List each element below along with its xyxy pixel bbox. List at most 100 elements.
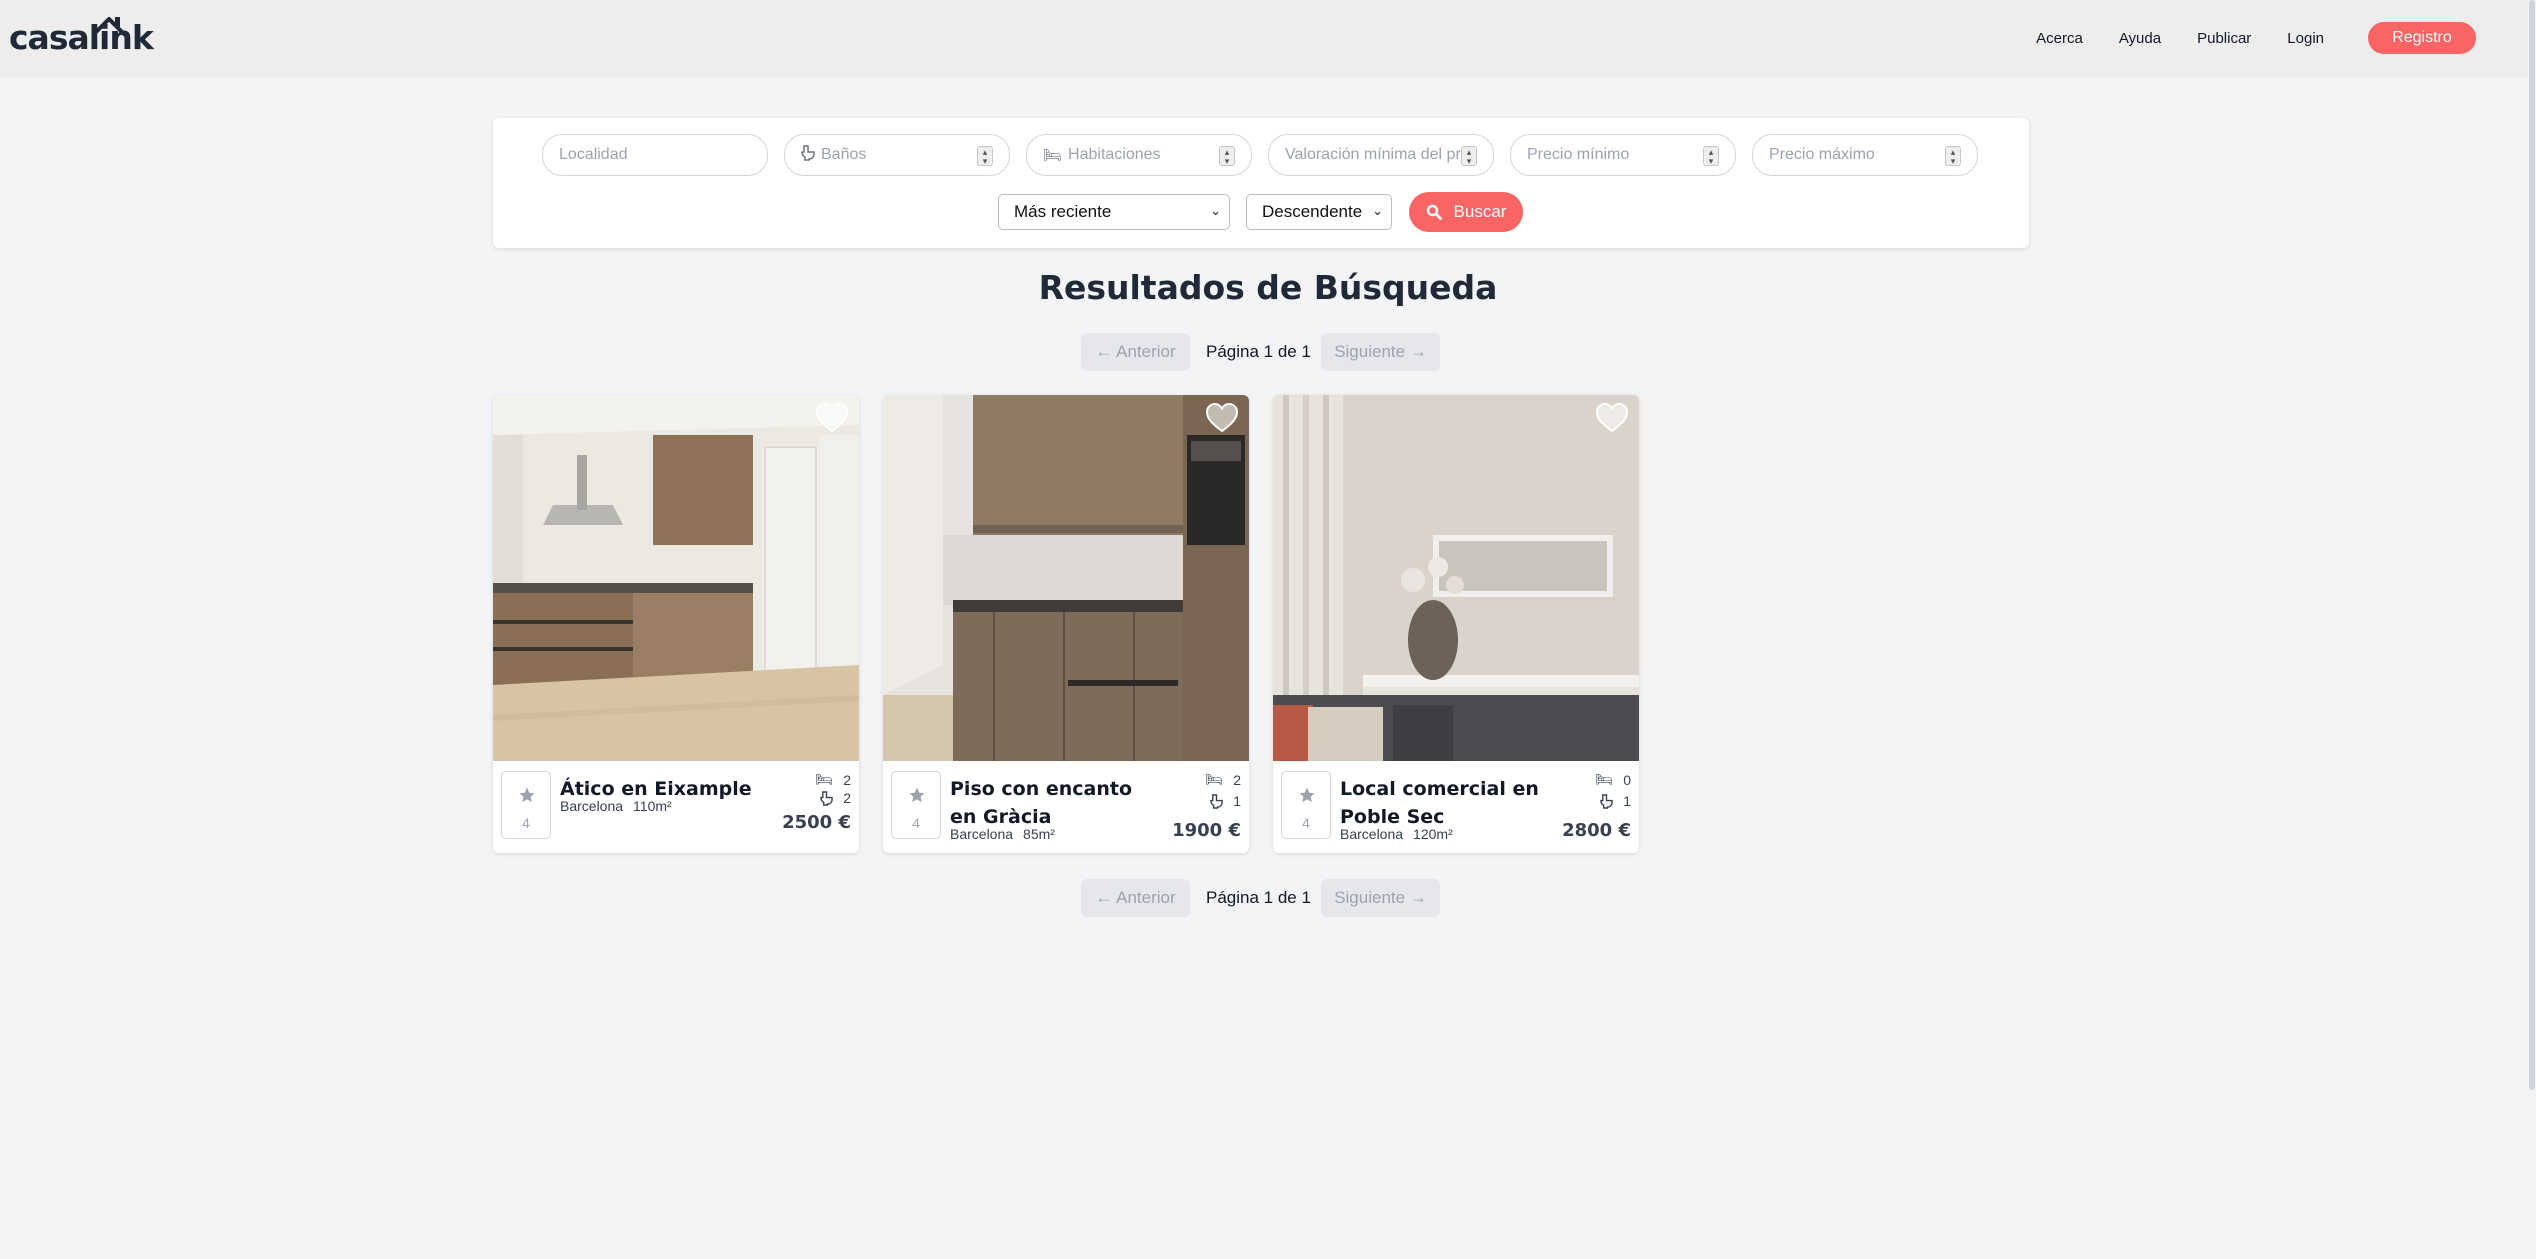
- max-price-placeholder: Precio máximo: [1769, 146, 1875, 163]
- nav-link-ayuda[interactable]: Ayuda: [2119, 30, 2161, 47]
- listing-title[interactable]: Local comercial en Poble Sec: [1340, 775, 1550, 831]
- nav-link-acerca[interactable]: Acerca: [2036, 30, 2083, 47]
- rating-badge: 4: [891, 771, 941, 839]
- min-rating-placeholder: Valoración mínima del pr: [1285, 146, 1461, 163]
- next-page-button[interactable]: Siguiente →: [1321, 333, 1440, 371]
- bedrooms-value: 2: [1233, 771, 1241, 788]
- rating-value: 4: [912, 815, 920, 831]
- listing-photo[interactable]: [493, 395, 859, 761]
- locality-input[interactable]: Localidad: [542, 134, 768, 176]
- bedrooms-value: 0: [1623, 771, 1631, 788]
- sort-by-select[interactable]: Más reciente ⌄: [998, 194, 1230, 230]
- next-page-button[interactable]: Siguiente →: [1321, 879, 1440, 917]
- pagination-top: ← Anterior Página 1 de 1 Siguiente →: [0, 333, 2536, 371]
- listing-area: 120m²: [1413, 826, 1453, 842]
- baths-stepper[interactable]: ▴ ▾: [977, 146, 993, 166]
- prev-page-button[interactable]: ← Anterior: [1081, 879, 1190, 917]
- min-price-placeholder: Precio mínimo: [1527, 146, 1630, 163]
- rooms-placeholder: Habitaciones: [1068, 146, 1161, 163]
- bathrooms-value: 2: [843, 790, 851, 806]
- bedrooms-count: 🛏 2: [1205, 771, 1241, 788]
- listing-city: Barcelona: [560, 798, 624, 814]
- min-rating-input[interactable]: Valoración mínima del pr ▴ ▾: [1268, 134, 1494, 176]
- nav-link-publicar[interactable]: Publicar: [2197, 30, 2251, 47]
- star-icon: [1299, 787, 1315, 803]
- sort-by-value: Más reciente: [1014, 202, 1112, 221]
- bed-icon: 🛏: [1595, 771, 1614, 787]
- listing-area: 110m²: [633, 798, 672, 814]
- register-button[interactable]: Registro: [2368, 22, 2476, 54]
- scrollbar-thumb[interactable]: [2529, 0, 2535, 1090]
- star-icon: [519, 787, 535, 803]
- chevron-down-icon: ⌄: [1372, 203, 1383, 218]
- rooms-stepper[interactable]: ▴ ▾: [1219, 146, 1235, 166]
- listing-card[interactable]: 4 Piso con encanto en Gràcia Barcelona 85…: [883, 395, 1249, 853]
- listing-area: 85m²: [1023, 826, 1055, 842]
- page-scrollbar[interactable]: [2528, 0, 2536, 1259]
- bathrooms-count: 2: [820, 790, 851, 806]
- listing-meta: Barcelona 110m²: [560, 798, 682, 814]
- heart-icon[interactable]: [1205, 403, 1239, 433]
- max-price-stepper[interactable]: ▴ ▾: [1945, 146, 1961, 166]
- toilet-icon: [801, 145, 815, 165]
- listing-price: 2800 €: [1562, 820, 1631, 841]
- rating-value: 4: [522, 815, 530, 831]
- bedrooms-count: 🛏 2: [815, 771, 851, 788]
- min-price-input[interactable]: Precio mínimo ▴ ▾: [1510, 134, 1736, 176]
- search-panel: Localidad Baños ▴ ▾ 🛏 Habitaciones ▴ ▾ Val…: [493, 118, 2029, 248]
- order-value: Descendente: [1262, 202, 1363, 221]
- max-price-input[interactable]: Precio máximo ▴ ▾: [1752, 134, 1978, 176]
- baths-input[interactable]: Baños ▴ ▾: [784, 134, 1010, 176]
- rating-value: 4: [1302, 815, 1310, 831]
- nav-link-login[interactable]: Login: [2287, 30, 2324, 47]
- casalink-logo[interactable]: casalink: [9, 17, 154, 57]
- rating-badge: 4: [1281, 771, 1331, 839]
- page-indicator: Página 1 de 1: [1206, 888, 1311, 907]
- listing-price: 2500 €: [782, 812, 851, 833]
- locality-placeholder: Localidad: [559, 146, 628, 163]
- listing-meta: Barcelona 120m²: [1340, 826, 1463, 842]
- top-navbar: casalink Acerca Ayuda Publicar Login Reg…: [0, 0, 2536, 77]
- rooms-input[interactable]: 🛏 Habitaciones ▴ ▾: [1026, 134, 1252, 176]
- toilet-icon: [1210, 793, 1223, 809]
- page-indicator: Página 1 de 1: [1206, 342, 1311, 361]
- bathrooms-value: 1: [1623, 793, 1631, 809]
- baths-placeholder: Baños: [821, 146, 867, 163]
- chevron-down-icon: ⌄: [1210, 203, 1221, 218]
- star-icon: [909, 787, 925, 803]
- listing-card[interactable]: 4 Local comercial en Poble Sec Barcelona…: [1273, 395, 1639, 853]
- listing-city: Barcelona: [950, 826, 1014, 842]
- bed-icon: 🛏: [1205, 771, 1224, 787]
- bed-icon: 🛏: [815, 771, 834, 787]
- listing-city: Barcelona: [1340, 826, 1404, 842]
- search-button-label: Buscar: [1453, 202, 1507, 221]
- bed-icon: 🛏: [1043, 147, 1063, 164]
- rating-stepper[interactable]: ▴ ▾: [1461, 146, 1477, 166]
- house-roof-icon: [91, 17, 127, 37]
- listing-meta: Barcelona 85m²: [950, 826, 1065, 842]
- listing-price: 1900 €: [1172, 820, 1241, 841]
- search-icon: [1426, 204, 1442, 220]
- heart-icon[interactable]: [1595, 403, 1629, 433]
- heart-icon[interactable]: [815, 403, 849, 433]
- min-price-stepper[interactable]: ▴ ▾: [1703, 146, 1719, 166]
- bathrooms-value: 1: [1233, 793, 1241, 809]
- pagination-bottom: ← Anterior Página 1 de 1 Siguiente →: [0, 879, 2536, 917]
- order-select[interactable]: Descendente ⌄: [1246, 194, 1392, 230]
- main-nav: Acerca Ayuda Publicar Login Registro: [2036, 22, 2536, 54]
- toilet-icon: [820, 790, 833, 806]
- listing-photo[interactable]: [883, 395, 1249, 761]
- bathrooms-count: 1: [1210, 793, 1241, 809]
- listing-card[interactable]: 4 Ático en Eixample Barcelona 110m² 🛏 2 2 …: [493, 395, 859, 853]
- rating-badge: 4: [501, 771, 551, 839]
- bedrooms-count: 🛏 0: [1595, 771, 1631, 788]
- listing-photo[interactable]: [1273, 395, 1639, 761]
- search-button[interactable]: Buscar: [1409, 192, 1523, 232]
- prev-page-button[interactable]: ← Anterior: [1081, 333, 1190, 371]
- page-title: Resultados de Búsqueda: [1038, 268, 1498, 307]
- listing-title[interactable]: Piso con encanto en Gràcia: [950, 775, 1160, 831]
- toilet-icon: [1600, 793, 1613, 809]
- logo-text: casalink: [9, 18, 154, 57]
- bathrooms-count: 1: [1600, 793, 1631, 809]
- bedrooms-value: 2: [843, 771, 851, 788]
